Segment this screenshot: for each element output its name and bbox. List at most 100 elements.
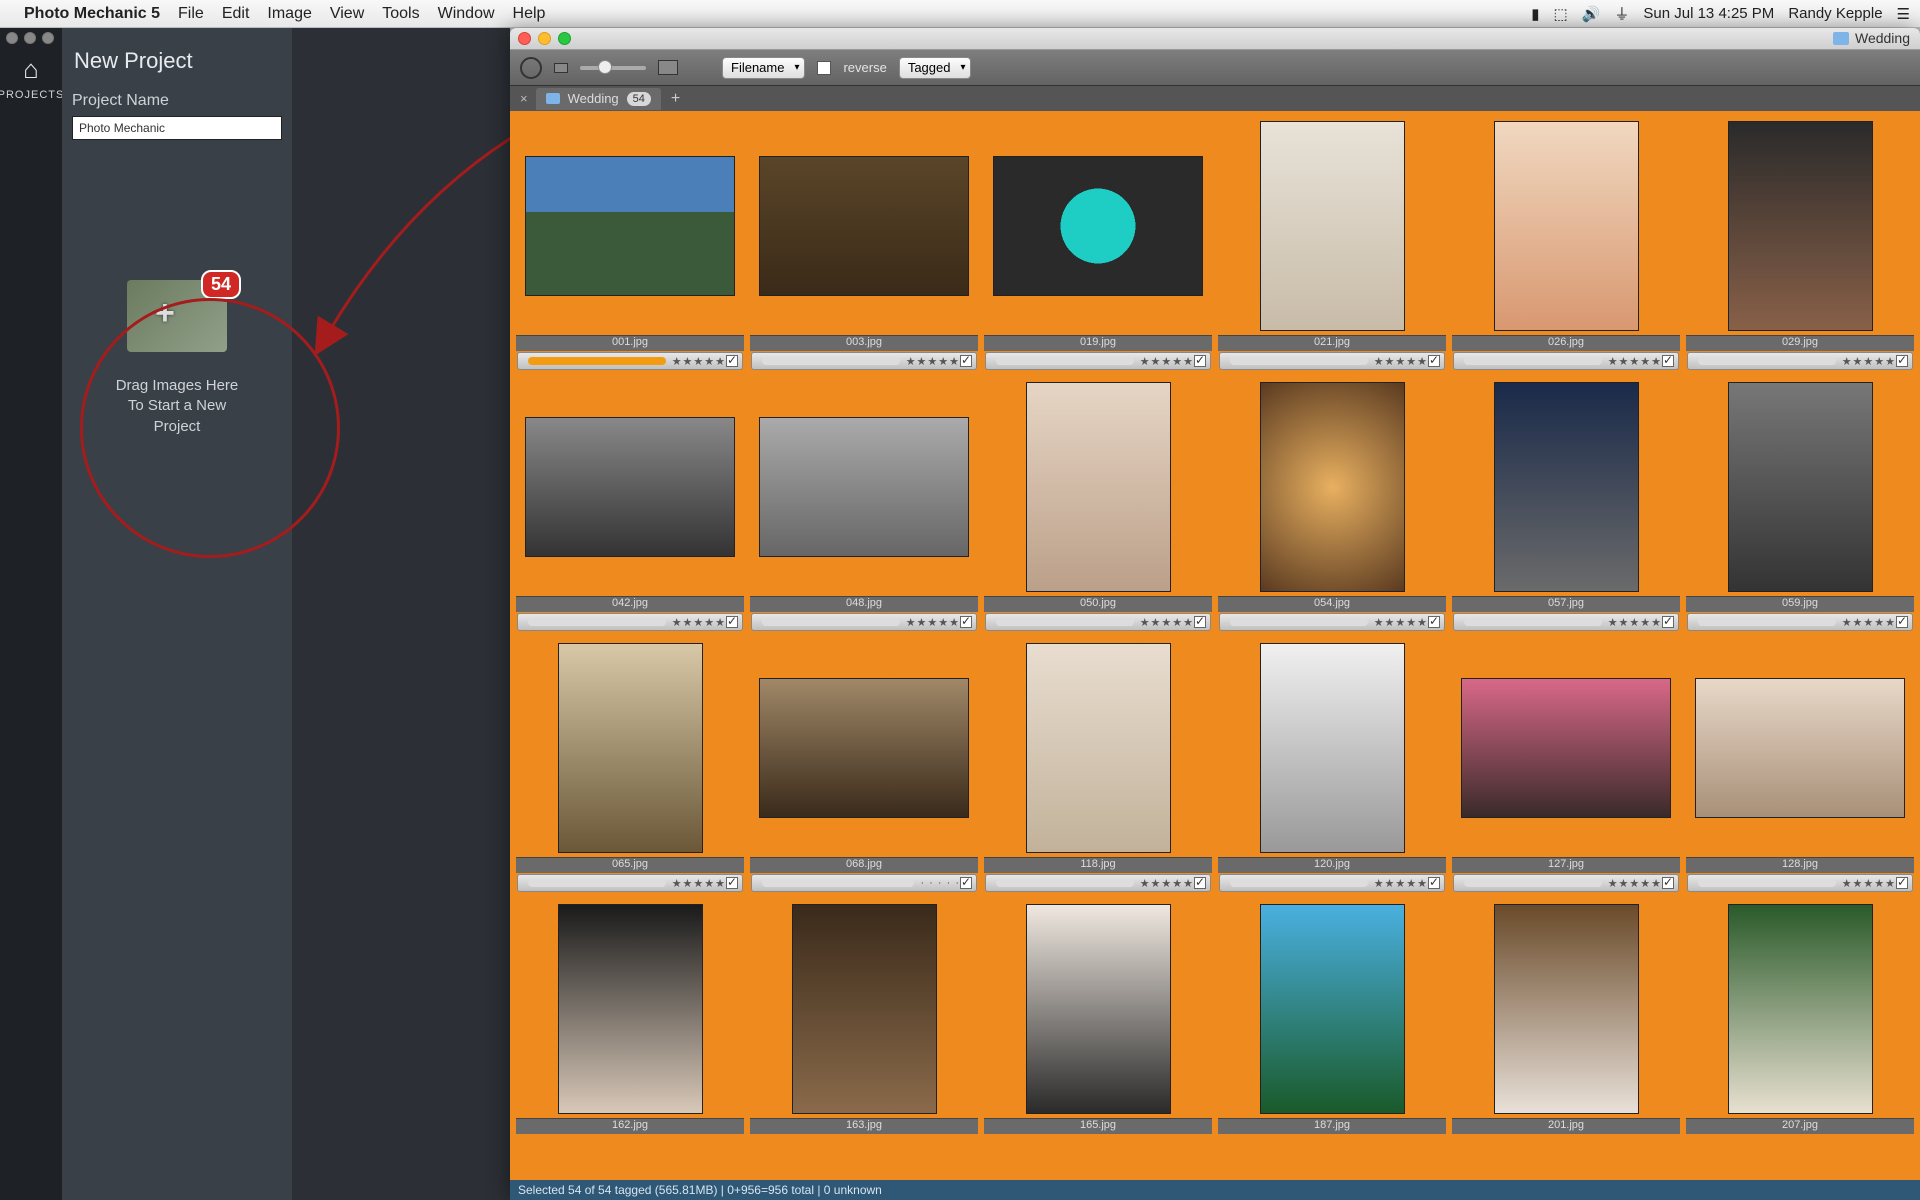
thumbnail-image[interactable] [516,117,744,335]
wifi-icon[interactable]: ⏚ [1614,3,1629,24]
thumb-small-icon[interactable] [554,63,568,73]
tag-checkbox[interactable] [1194,616,1206,628]
thumbnail-image[interactable] [516,900,744,1118]
rating-stars[interactable]: ★★★★★ [1842,355,1896,368]
menubar-app[interactable]: Photo Mechanic 5 [24,5,160,23]
thumbnail-cell[interactable]: 127.jpg★★★★★ [1452,639,1680,894]
thumbnail-cell[interactable]: 187.jpg [1218,900,1446,1134]
menu-edit[interactable]: Edit [222,5,250,23]
thumbnail-image[interactable] [1452,639,1680,857]
menubar-clock[interactable]: Sun Jul 13 4:25 PM [1643,5,1774,22]
thumbnail-cell[interactable]: 059.jpg★★★★★ [1686,378,1914,633]
pm-traffic-lights[interactable] [518,32,571,45]
rating-stars[interactable]: ★★★★★ [1140,355,1194,368]
rating-stars[interactable]: ★★★★★ [1608,877,1662,890]
thumbnail-image[interactable] [984,117,1212,335]
thumbnail-cell[interactable]: 165.jpg [984,900,1212,1134]
rating-stars[interactable]: ★★★★★ [1608,355,1662,368]
tag-checkbox[interactable] [726,355,738,367]
thumbnail-image[interactable] [984,900,1212,1118]
menu-file[interactable]: File [178,5,204,23]
tag-checkbox[interactable] [726,877,738,889]
thumb-large-icon[interactable] [658,60,678,75]
tag-checkbox[interactable] [1896,355,1908,367]
rating-stars[interactable]: ★★★★★ [672,355,726,368]
tag-checkbox[interactable] [1662,877,1674,889]
menu-view[interactable]: View [330,5,364,23]
tab-close-icon[interactable]: × [514,91,534,106]
thumbnail-cell[interactable]: 019.jpg★★★★★ [984,117,1212,372]
thumbnail-image[interactable] [984,378,1212,596]
tag-checkbox[interactable] [1194,877,1206,889]
menubar-user[interactable]: Randy Kepple [1788,5,1882,22]
thumbnail-image[interactable] [1686,900,1914,1118]
rating-stars[interactable]: · · · · · [920,877,960,889]
tag-checkbox[interactable] [726,616,738,628]
thumbnail-cell[interactable]: 057.jpg★★★★★ [1452,378,1680,633]
rating-stars[interactable]: ★★★★★ [1608,616,1662,629]
tag-checkbox[interactable] [1194,355,1206,367]
thumbnail-image[interactable] [750,639,978,857]
rating-stars[interactable]: ★★★★★ [1842,616,1896,629]
tag-checkbox[interactable] [1662,355,1674,367]
thumb-size-slider[interactable] [580,66,646,70]
reverse-checkbox[interactable] [817,61,831,75]
tab-add-icon[interactable]: + [663,90,688,108]
thumbnail-cell[interactable]: 054.jpg★★★★★ [1218,378,1446,633]
window-traffic-lights[interactable] [6,32,54,44]
menu-help[interactable]: Help [513,5,546,23]
rating-stars[interactable]: ★★★★★ [1140,616,1194,629]
sort-select[interactable]: Filename▾ [722,57,805,79]
menu-window[interactable]: Window [438,5,495,23]
rating-stars[interactable]: ★★★★★ [1842,877,1896,890]
thumbnail-grid[interactable]: 001.jpg★★★★★003.jpg★★★★★019.jpg★★★★★021.… [510,111,1920,1180]
rating-stars[interactable]: ★★★★★ [1374,877,1428,890]
thumbnail-image[interactable] [516,639,744,857]
rating-stars[interactable]: ★★★★★ [672,877,726,890]
thumbnail-cell[interactable]: 003.jpg★★★★★ [750,117,978,372]
thumbnail-image[interactable] [750,117,978,335]
filter-select[interactable]: Tagged▾ [899,57,972,79]
thumbnail-image[interactable] [1452,900,1680,1118]
home-icon[interactable]: ⌂ [23,54,39,85]
rating-stars[interactable]: ★★★★★ [1374,355,1428,368]
rating-stars[interactable]: ★★★★★ [906,616,960,629]
thumbnail-cell[interactable]: 120.jpg★★★★★ [1218,639,1446,894]
tag-checkbox[interactable] [1428,355,1440,367]
menu-image[interactable]: Image [267,5,311,23]
project-name-input[interactable] [72,116,282,140]
thumbnail-image[interactable] [516,378,744,596]
zoom-icon[interactable] [558,32,571,45]
dropbox-icon[interactable]: ⬚ [1554,5,1568,23]
menu-tools[interactable]: Tools [382,5,419,23]
thumbnail-image[interactable] [1452,117,1680,335]
thumbnail-cell[interactable]: 042.jpg★★★★★ [516,378,744,633]
rating-stars[interactable]: ★★★★★ [906,355,960,368]
thumbnail-cell[interactable]: 026.jpg★★★★★ [1452,117,1680,372]
thumbnail-image[interactable] [750,378,978,596]
tag-checkbox[interactable] [1428,877,1440,889]
tag-checkbox[interactable] [1662,616,1674,628]
thumbnail-image[interactable] [1218,639,1446,857]
tag-checkbox[interactable] [960,877,972,889]
thumbnail-cell[interactable]: 029.jpg★★★★★ [1686,117,1914,372]
thumbnail-image[interactable] [1686,639,1914,857]
thumbnail-image[interactable] [1218,378,1446,596]
thumbnail-image[interactable] [1218,117,1446,335]
minimize-icon[interactable] [538,32,551,45]
thumbnail-cell[interactable]: 065.jpg★★★★★ [516,639,744,894]
thumbnail-cell[interactable]: 118.jpg★★★★★ [984,639,1212,894]
thumbnail-cell[interactable]: 050.jpg★★★★★ [984,378,1212,633]
thumbnail-cell[interactable]: 162.jpg [516,900,744,1134]
thumbnail-image[interactable] [1218,900,1446,1118]
tag-checkbox[interactable] [960,616,972,628]
thumbnail-cell[interactable]: 163.jpg [750,900,978,1134]
tag-checkbox[interactable] [1896,616,1908,628]
thumbnail-cell[interactable]: 048.jpg★★★★★ [750,378,978,633]
gear-icon[interactable] [520,57,542,79]
projects-rail-label[interactable]: PROJECTS [0,89,64,101]
tag-checkbox[interactable] [1896,877,1908,889]
thumbnail-cell[interactable]: 068.jpg· · · · · [750,639,978,894]
battery-icon[interactable]: ▮ [1531,5,1539,23]
tag-checkbox[interactable] [1428,616,1440,628]
